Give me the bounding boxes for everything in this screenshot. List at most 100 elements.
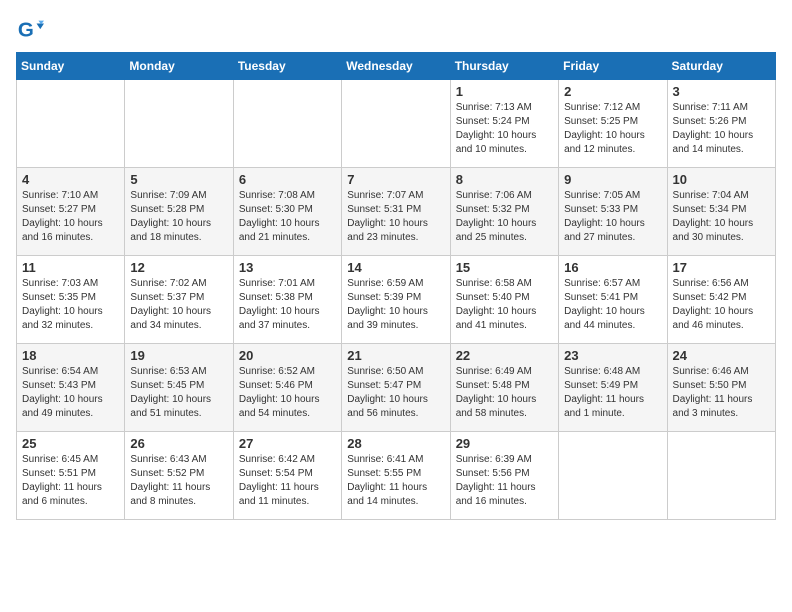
calendar-cell: 27 Sunrise: 6:42 AM Sunset: 5:54 PM Dayli…: [233, 432, 341, 520]
week-row-4: 18Sunrise: 6:54 AM Sunset: 5:43 PM Dayli…: [17, 344, 776, 432]
logo-icon: G: [16, 16, 44, 44]
day-number: 12: [130, 260, 227, 275]
calendar-cell: 8 Sunrise: 7:06 AM Sunset: 5:32 PM Daylig…: [450, 168, 558, 256]
day-info: Sunrise: 7:03 AM Sunset: 5:35 PM Dayligh…: [22, 277, 119, 333]
calendar-cell: [125, 80, 233, 168]
weekday-header-saturday: Saturday: [667, 53, 775, 80]
day-info: Sunrise: 6:39 AM Sunset: 5:56 PM Dayligh…: [456, 453, 553, 509]
day-number: 16: [564, 260, 661, 275]
day-number: 5: [130, 172, 227, 187]
day-info: Sunrise: 6:50 AM Sunset: 5:47 PM Dayligh…: [347, 365, 444, 421]
day-number: 15: [456, 260, 553, 275]
weekday-header-row: SundayMondayTuesdayWednesdayThursdayFrid…: [17, 53, 776, 80]
calendar-cell: 28 Sunrise: 6:41 AM Sunset: 5:55 PM Dayli…: [342, 432, 450, 520]
day-number: 26: [130, 436, 227, 451]
day-info: Sunrise: 6:45 AM Sunset: 5:51 PM Dayligh…: [22, 453, 119, 509]
week-row-5: 25 Sunrise: 6:45 AM Sunset: 5:51 PM Dayli…: [17, 432, 776, 520]
weekday-header-monday: Monday: [125, 53, 233, 80]
day-info: Sunrise: 6:57 AM Sunset: 5:41 PM Dayligh…: [564, 277, 661, 333]
calendar-cell: 20 Sunrise: 6:52 AM Sunset: 5:46 PM Dayli…: [233, 344, 341, 432]
calendar-cell: 10Sunrise: 7:04 AM Sunset: 5:34 PM Dayli…: [667, 168, 775, 256]
day-info: Sunrise: 6:42 AM Sunset: 5:54 PM Dayligh…: [239, 453, 336, 509]
calendar-cell: 2Sunrise: 7:12 AM Sunset: 5:25 PM Daylig…: [559, 80, 667, 168]
day-info: Sunrise: 6:52 AM Sunset: 5:46 PM Dayligh…: [239, 365, 336, 421]
calendar-cell: 26 Sunrise: 6:43 AM Sunset: 5:52 PM Dayli…: [125, 432, 233, 520]
calendar-cell: 23 Sunrise: 6:48 AM Sunset: 5:49 PM Dayli…: [559, 344, 667, 432]
day-info: Sunrise: 7:07 AM Sunset: 5:31 PM Dayligh…: [347, 189, 444, 245]
calendar-cell: 3Sunrise: 7:11 AM Sunset: 5:26 PM Daylig…: [667, 80, 775, 168]
day-number: 6: [239, 172, 336, 187]
day-info: Sunrise: 6:59 AM Sunset: 5:39 PM Dayligh…: [347, 277, 444, 333]
day-info: Sunrise: 7:01 AM Sunset: 5:38 PM Dayligh…: [239, 277, 336, 333]
day-info: Sunrise: 6:46 AM Sunset: 5:50 PM Dayligh…: [673, 365, 770, 421]
day-number: 23: [564, 348, 661, 363]
day-info: Sunrise: 7:02 AM Sunset: 5:37 PM Dayligh…: [130, 277, 227, 333]
week-row-1: 1 Sunrise: 7:13 AM Sunset: 5:24 PM Daylig…: [17, 80, 776, 168]
calendar-cell: 16 Sunrise: 6:57 AM Sunset: 5:41 PM Dayli…: [559, 256, 667, 344]
calendar-cell: 1 Sunrise: 7:13 AM Sunset: 5:24 PM Daylig…: [450, 80, 558, 168]
day-number: 29: [456, 436, 553, 451]
calendar-cell: 25 Sunrise: 6:45 AM Sunset: 5:51 PM Dayli…: [17, 432, 125, 520]
day-number: 25: [22, 436, 119, 451]
calendar-cell: [667, 432, 775, 520]
weekday-header-thursday: Thursday: [450, 53, 558, 80]
weekday-header-wednesday: Wednesday: [342, 53, 450, 80]
calendar-cell: [342, 80, 450, 168]
day-number: 4: [22, 172, 119, 187]
day-number: 13: [239, 260, 336, 275]
day-info: Sunrise: 7:04 AM Sunset: 5:34 PM Dayligh…: [673, 189, 770, 245]
logo: G: [16, 16, 48, 44]
calendar-cell: 15Sunrise: 6:58 AM Sunset: 5:40 PM Dayli…: [450, 256, 558, 344]
calendar-cell: 24 Sunrise: 6:46 AM Sunset: 5:50 PM Dayli…: [667, 344, 775, 432]
day-info: Sunrise: 7:11 AM Sunset: 5:26 PM Dayligh…: [673, 101, 770, 157]
calendar-cell: 19Sunrise: 6:53 AM Sunset: 5:45 PM Dayli…: [125, 344, 233, 432]
day-number: 8: [456, 172, 553, 187]
day-info: Sunrise: 7:06 AM Sunset: 5:32 PM Dayligh…: [456, 189, 553, 245]
weekday-header-tuesday: Tuesday: [233, 53, 341, 80]
calendar-cell: 4 Sunrise: 7:10 AM Sunset: 5:27 PM Daylig…: [17, 168, 125, 256]
day-info: Sunrise: 6:56 AM Sunset: 5:42 PM Dayligh…: [673, 277, 770, 333]
calendar-cell: 18Sunrise: 6:54 AM Sunset: 5:43 PM Dayli…: [17, 344, 125, 432]
calendar-cell: 22Sunrise: 6:49 AM Sunset: 5:48 PM Dayli…: [450, 344, 558, 432]
day-info: Sunrise: 6:53 AM Sunset: 5:45 PM Dayligh…: [130, 365, 227, 421]
day-info: Sunrise: 6:43 AM Sunset: 5:52 PM Dayligh…: [130, 453, 227, 509]
weekday-header-friday: Friday: [559, 53, 667, 80]
calendar-cell: 29 Sunrise: 6:39 AM Sunset: 5:56 PM Dayli…: [450, 432, 558, 520]
calendar-cell: [233, 80, 341, 168]
calendar-cell: 11 Sunrise: 7:03 AM Sunset: 5:35 PM Dayli…: [17, 256, 125, 344]
day-info: Sunrise: 7:10 AM Sunset: 5:27 PM Dayligh…: [22, 189, 119, 245]
day-number: 28: [347, 436, 444, 451]
day-info: Sunrise: 6:41 AM Sunset: 5:55 PM Dayligh…: [347, 453, 444, 509]
day-number: 20: [239, 348, 336, 363]
calendar-cell: [17, 80, 125, 168]
day-number: 7: [347, 172, 444, 187]
svg-text:G: G: [18, 19, 34, 42]
day-info: Sunrise: 7:13 AM Sunset: 5:24 PM Dayligh…: [456, 101, 553, 157]
weekday-header-sunday: Sunday: [17, 53, 125, 80]
page-header: G: [16, 16, 776, 44]
day-number: 9: [564, 172, 661, 187]
calendar-cell: 6 Sunrise: 7:08 AM Sunset: 5:30 PM Daylig…: [233, 168, 341, 256]
calendar-cell: 7 Sunrise: 7:07 AM Sunset: 5:31 PM Daylig…: [342, 168, 450, 256]
week-row-3: 11 Sunrise: 7:03 AM Sunset: 5:35 PM Dayli…: [17, 256, 776, 344]
calendar-cell: 14Sunrise: 6:59 AM Sunset: 5:39 PM Dayli…: [342, 256, 450, 344]
calendar-cell: [559, 432, 667, 520]
calendar-table: SundayMondayTuesdayWednesdayThursdayFrid…: [16, 52, 776, 520]
day-number: 17: [673, 260, 770, 275]
day-info: Sunrise: 7:08 AM Sunset: 5:30 PM Dayligh…: [239, 189, 336, 245]
calendar-cell: 9 Sunrise: 7:05 AM Sunset: 5:33 PM Daylig…: [559, 168, 667, 256]
day-number: 21: [347, 348, 444, 363]
calendar-cell: 5Sunrise: 7:09 AM Sunset: 5:28 PM Daylig…: [125, 168, 233, 256]
day-info: Sunrise: 6:48 AM Sunset: 5:49 PM Dayligh…: [564, 365, 661, 421]
day-number: 27: [239, 436, 336, 451]
day-number: 1: [456, 84, 553, 99]
day-number: 22: [456, 348, 553, 363]
calendar-cell: 17 Sunrise: 6:56 AM Sunset: 5:42 PM Dayli…: [667, 256, 775, 344]
calendar-cell: 13 Sunrise: 7:01 AM Sunset: 5:38 PM Dayli…: [233, 256, 341, 344]
day-number: 24: [673, 348, 770, 363]
day-info: Sunrise: 7:05 AM Sunset: 5:33 PM Dayligh…: [564, 189, 661, 245]
day-number: 11: [22, 260, 119, 275]
day-info: Sunrise: 7:12 AM Sunset: 5:25 PM Dayligh…: [564, 101, 661, 157]
calendar-cell: 12 Sunrise: 7:02 AM Sunset: 5:37 PM Dayli…: [125, 256, 233, 344]
day-info: Sunrise: 6:54 AM Sunset: 5:43 PM Dayligh…: [22, 365, 119, 421]
